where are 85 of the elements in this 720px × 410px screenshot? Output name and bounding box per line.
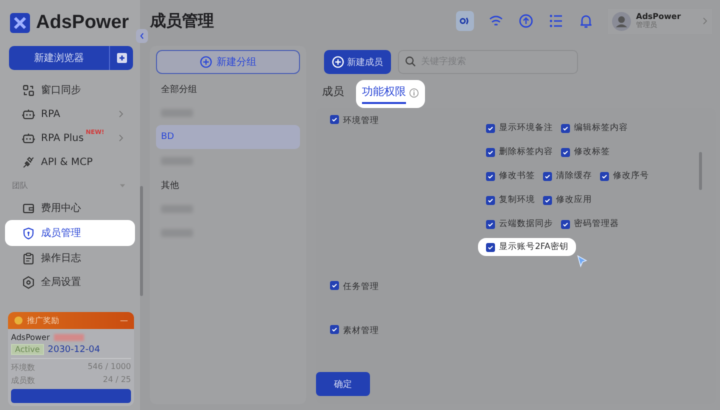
clipboard-icon xyxy=(22,252,35,264)
sidebar-item[interactable]: API & MCP xyxy=(6,150,134,174)
stat-label: 成员数 xyxy=(11,375,35,386)
settings-icon xyxy=(22,276,35,288)
checkbox[interactable] xyxy=(561,148,570,156)
checkbox[interactable] xyxy=(561,220,570,228)
avatar-icon xyxy=(612,12,631,30)
section-label: 团队 xyxy=(12,180,28,190)
permission-label: 密码管理器 xyxy=(574,218,619,230)
permission-label: 编辑标签内容 xyxy=(574,122,628,134)
checkbox[interactable] xyxy=(561,124,570,132)
group-item[interactable]: 其他 xyxy=(156,173,300,197)
checkbox[interactable] xyxy=(486,124,495,132)
checkbox[interactable] xyxy=(543,172,552,180)
checkbox[interactable] xyxy=(330,115,339,124)
chevron-right-icon xyxy=(702,17,708,25)
chevron-right-icon xyxy=(118,110,124,118)
sidebar-item[interactable]: 成员管理 xyxy=(6,221,134,245)
add-button[interactable] xyxy=(109,46,133,70)
new-browser-button[interactable]: 新建浏览器 xyxy=(9,46,109,70)
sidebar-item[interactable]: 全局设置 xyxy=(6,270,134,294)
app-icon[interactable] xyxy=(456,11,474,31)
permission-label: 修改应用 xyxy=(556,194,592,206)
tab[interactable]: 成员 xyxy=(322,84,344,104)
robot-icon xyxy=(22,132,35,144)
checkbox[interactable] xyxy=(486,220,495,228)
permission-label: 素材管理 xyxy=(343,325,379,337)
app-logo: AdsPower xyxy=(36,12,129,34)
add-icon xyxy=(116,52,128,64)
refresh-icon[interactable] xyxy=(518,13,534,29)
collapse-button[interactable]: — xyxy=(120,316,128,325)
status-badge: Active xyxy=(11,344,44,355)
plug-icon xyxy=(22,156,35,168)
permission-label: 修改标签 xyxy=(574,146,610,158)
shield-icon xyxy=(22,226,35,240)
page-title: 成员管理 xyxy=(150,10,214,32)
chevron-right-icon xyxy=(118,134,124,142)
permission-label: 修改序号 xyxy=(613,170,649,182)
stat-label: 环境数 xyxy=(11,362,35,373)
info-icon[interactable] xyxy=(409,88,419,98)
user-name: AdsPower xyxy=(636,12,681,21)
robot-icon xyxy=(22,108,35,120)
confirm-button[interactable]: 确定 xyxy=(316,372,370,396)
plus-icon xyxy=(200,56,212,68)
chevron-left-icon xyxy=(139,32,145,40)
expiry-date: 2030-12-04 xyxy=(48,344,100,354)
checkbox[interactable] xyxy=(330,281,339,290)
sidebar-item[interactable]: 费用中心 xyxy=(6,196,134,220)
new-member-button[interactable]: 新建成员 xyxy=(324,50,391,74)
checkbox[interactable] xyxy=(486,148,495,156)
search-icon xyxy=(405,56,416,67)
permission-label: 云端数据同步 xyxy=(499,218,553,230)
checkbox[interactable] xyxy=(600,172,609,180)
window-sync-icon xyxy=(22,84,35,96)
stat-value: 24 / 25 xyxy=(102,375,131,386)
collapse-sidebar-button[interactable] xyxy=(136,29,148,43)
promo-title: 推广奖励 xyxy=(27,315,59,326)
logo-icon xyxy=(10,13,30,33)
plus-icon xyxy=(332,56,344,68)
permission-label: 显示账号2FA密钥 xyxy=(499,241,568,253)
permission-label: 删除标签内容 xyxy=(499,146,553,158)
group-item[interactable]: BD xyxy=(156,125,300,149)
permission-label: 复制环境 xyxy=(499,194,535,206)
checkbox[interactable] xyxy=(486,172,495,180)
cursor-icon xyxy=(577,255,588,268)
sidebar-item[interactable]: RPA xyxy=(6,102,134,126)
group-item[interactable]: 全部分组 xyxy=(156,77,300,101)
checkbox[interactable] xyxy=(486,196,495,204)
sidebar-item[interactable]: 操作日志 xyxy=(6,246,134,270)
sidebar-item[interactable]: 窗口同步 xyxy=(6,78,134,102)
permission-label: 清除缓存 xyxy=(556,170,592,182)
account-name: AdsPower xyxy=(11,333,50,342)
bell-icon[interactable] xyxy=(578,13,594,29)
list-icon[interactable] xyxy=(548,13,564,29)
permission-label: 环境管理 xyxy=(343,115,379,127)
stat-value: 546 / 1000 xyxy=(88,362,131,373)
checkbox[interactable] xyxy=(543,196,552,204)
wallet-icon xyxy=(22,202,35,214)
permission-label: 任务管理 xyxy=(343,281,379,293)
coin-icon xyxy=(14,316,23,325)
permission-label: 修改书签 xyxy=(499,170,535,182)
checkbox[interactable] xyxy=(330,325,339,334)
redacted-text xyxy=(54,334,84,341)
checkbox[interactable] xyxy=(486,242,495,252)
permission-label: 显示环境备注 xyxy=(499,122,553,134)
